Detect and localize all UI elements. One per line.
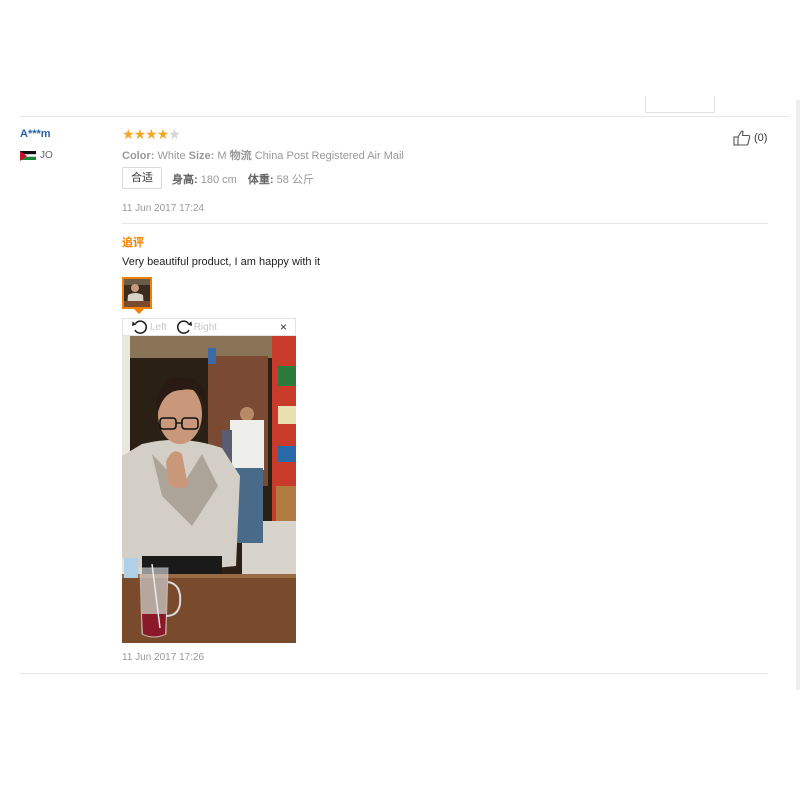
review-date: 11 Jun 2017 17:24 [122,203,205,214]
star-rating: ★★★★★ [122,126,181,143]
star-icon: ★ [168,126,181,142]
helpful-button[interactable]: (0) [733,130,767,146]
weight-value: 58 公斤 [276,174,314,186]
shipping-value: China Post Registered Air Mail [254,150,404,162]
image-viewer-toolbar: Left Right × [122,318,296,336]
close-icon[interactable]: × [280,320,287,334]
size-label: Size: [188,150,215,162]
followup-text: Very beautiful product, I am happy with … [122,256,321,268]
jordan-flag-icon [20,150,36,161]
shipping-label: 物流 [229,150,252,162]
star-icon: ★ [133,126,147,142]
height-value: 180 cm [200,174,237,186]
review-photo-large [122,336,296,643]
followup-title: 追评 [122,237,144,249]
body-measurements: 身高: 180 cm 体重: 58 公斤 [172,171,314,187]
divider-top [20,116,790,117]
review-photo-image [122,336,296,643]
height-label: 身高: [172,174,198,186]
country-code: JO [40,150,53,161]
review-photo-thumbnail[interactable] [122,277,152,309]
rotate-left-label: Left [150,321,167,333]
helpful-count: (0) [754,132,768,144]
rotate-right-button[interactable]: Right [175,319,217,335]
star-icon: ★ [122,126,135,142]
page-scrollbar[interactable] [796,100,800,690]
star-icon: ★ [145,126,158,142]
reviewer-name[interactable]: A***m [20,128,51,140]
color-value: White [157,150,186,162]
size-value: M [217,150,227,162]
divider-inner [122,223,768,224]
rotate-right-icon [176,320,192,334]
thumbnail-pointer [134,309,144,314]
order-info: Color: White Size: M 物流 China Post Regis… [122,147,404,163]
weight-label: 体重: [247,174,274,186]
thumbs-up-icon [733,130,751,146]
reviewer-country: JO [20,150,53,161]
followup-date: 11 Jun 2017 17:26 [122,652,205,663]
rotate-right-label: Right [193,321,218,333]
rotate-left-icon [132,320,148,334]
thumbnail-image [124,279,150,307]
color-label: Color: [122,150,155,162]
star-icon: ★ [156,126,170,142]
fit-tag: 合适 [122,167,162,189]
rotate-left-button[interactable]: Left [131,319,167,335]
divider-bottom [20,673,768,674]
sort-dropdown-partial[interactable] [645,96,715,113]
